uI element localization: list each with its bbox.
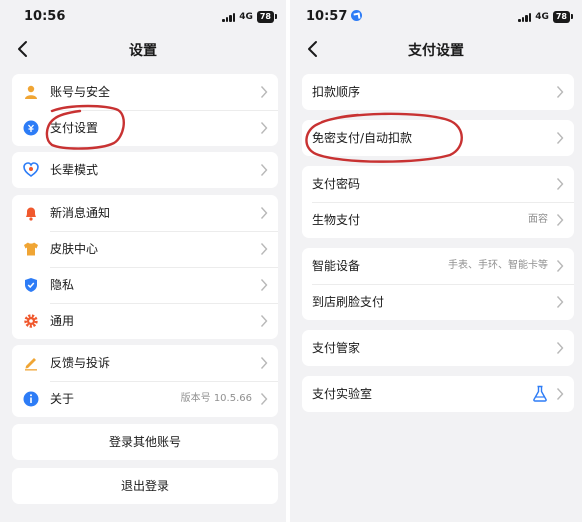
settings-item-label: 新消息通知: [50, 206, 111, 220]
settings-item-label: 长辈模式: [50, 163, 99, 177]
version-value: 版本号 10.5.66: [180, 393, 252, 404]
payment-item-label: 支付实验室: [312, 387, 373, 401]
payment-item-label: 免密支付/自动扣款: [312, 131, 413, 145]
battery-icon: 78: [552, 11, 574, 23]
payment-settings-screen: 10:57 4G 78 支付设置 扣款顺序 免密支付/自动扣款 支付密码 生物支…: [290, 0, 582, 522]
status-indicators: 4G 78: [222, 10, 278, 24]
payment-item-label: 支付密码: [312, 177, 361, 191]
settings-item-skin-center[interactable]: 皮肤中心: [12, 231, 278, 267]
status-bar: 10:56 4G 78: [0, 0, 286, 34]
chevron-right-icon: [556, 86, 564, 98]
payment-item-passwordless-autopay[interactable]: 免密支付/自动扣款: [302, 120, 574, 156]
status-time: 10:57: [306, 9, 363, 24]
shirt-icon: [24, 242, 38, 256]
settings-group-elder: 长辈模式: [12, 152, 278, 188]
network-type: 4G: [239, 12, 253, 22]
settings-item-elder-mode[interactable]: 长辈模式: [12, 152, 278, 188]
settings-group-about: 反馈与投诉 关于 版本号 10.5.66: [12, 345, 278, 417]
pencil-icon: [25, 358, 37, 371]
chevron-right-icon: [260, 243, 268, 255]
chevron-right-icon: [556, 388, 564, 400]
settings-item-about[interactable]: 关于 版本号 10.5.66: [12, 381, 278, 417]
settings-item-feedback[interactable]: 反馈与投诉: [12, 345, 278, 381]
payment-item-label: 生物支付: [312, 213, 361, 227]
payment-group-lab: 支付实验室: [302, 376, 574, 412]
payment-item-password[interactable]: 支付密码: [302, 166, 574, 202]
settings-screen: 10:56 4G 78 设置 账号与安全 支付设置 长辈模式 新消息通知 皮肤中…: [0, 0, 286, 522]
user-icon: [25, 85, 37, 99]
settings-item-label: 支付设置: [50, 121, 99, 135]
chevron-right-icon: [260, 122, 268, 134]
payment-item-label: 智能设备: [312, 259, 361, 273]
bell-icon: [26, 207, 36, 221]
nav-bar: 设置: [0, 34, 286, 64]
payment-group-manager: 支付管家: [302, 330, 574, 366]
login-other-account-button[interactable]: 登录其他账号: [12, 424, 278, 460]
signal-icon: [222, 12, 236, 22]
heart-icon: [23, 162, 39, 177]
payment-item-label: 到店刷脸支付: [312, 295, 385, 309]
chevron-right-icon: [556, 342, 564, 354]
settings-item-label: 账号与安全: [50, 85, 111, 99]
chevron-right-icon: [260, 207, 268, 219]
settings-item-label: 关于: [50, 392, 75, 406]
payment-item-label: 扣款顺序: [312, 85, 361, 99]
settings-item-notifications[interactable]: 新消息通知: [12, 195, 278, 231]
battery-icon: 78: [256, 11, 278, 23]
status-indicators: 4G 78: [518, 10, 574, 24]
settings-group-general: 新消息通知 皮肤中心 隐私 通用: [12, 195, 278, 339]
nav-bar: 支付设置: [290, 34, 582, 64]
logout-button[interactable]: 退出登录: [12, 468, 278, 504]
chevron-right-icon: [556, 178, 564, 190]
payment-item-deduction-order[interactable]: 扣款顺序: [302, 74, 574, 110]
payment-item-face-pay-instore[interactable]: 到店刷脸支付: [302, 284, 574, 320]
payment-item-manager[interactable]: 支付管家: [302, 330, 574, 366]
smart-devices-value: 手表、手环、智能卡等: [448, 260, 548, 271]
signal-icon: [518, 12, 532, 22]
settings-item-account-security[interactable]: 账号与安全: [12, 74, 278, 110]
page-title: 支付设置: [408, 43, 464, 59]
status-time: 10:56: [24, 9, 66, 24]
settings-item-label: 隐私: [50, 278, 75, 292]
chevron-right-icon: [260, 279, 268, 291]
payment-group-devices: 智能设备 手表、手环、智能卡等 到店刷脸支付: [302, 248, 574, 320]
payment-group-passwordless: 免密支付/自动扣款: [302, 120, 574, 156]
settings-item-payment[interactable]: 支付设置: [12, 110, 278, 146]
chevron-right-icon: [260, 86, 268, 98]
chevron-right-icon: [260, 315, 268, 327]
payment-group-security: 支付密码 生物支付 面容: [302, 166, 574, 238]
payment-item-smart-devices[interactable]: 智能设备 手表、手环、智能卡等: [302, 248, 574, 284]
gear-icon: [24, 314, 38, 328]
shield-icon: [25, 278, 37, 292]
page-title: 设置: [129, 43, 157, 59]
payment-item-biometric[interactable]: 生物支付 面容: [302, 202, 574, 238]
chevron-right-icon: [556, 260, 564, 272]
info-icon: [23, 391, 39, 407]
biometric-value: 面容: [528, 214, 548, 225]
chevron-right-icon: [556, 296, 564, 308]
network-type: 4G: [535, 12, 549, 22]
chevron-right-icon: [556, 132, 564, 144]
settings-item-general[interactable]: 通用: [12, 303, 278, 339]
settings-item-label: 通用: [50, 314, 75, 328]
settings-item-label: 反馈与投诉: [50, 356, 111, 370]
payment-group-order: 扣款顺序: [302, 74, 574, 110]
settings-item-label: 皮肤中心: [50, 242, 99, 256]
chevron-right-icon: [556, 214, 564, 226]
flask-icon: [533, 385, 547, 402]
location-arrow-icon: [351, 10, 363, 21]
status-bar: 10:57 4G 78: [290, 0, 582, 34]
settings-group-account: 账号与安全 支付设置: [12, 74, 278, 146]
chevron-right-icon: [260, 164, 268, 176]
payment-item-lab[interactable]: 支付实验室: [302, 376, 574, 412]
payment-item-label: 支付管家: [312, 341, 361, 355]
payment-icon: [23, 120, 39, 136]
chevron-right-icon: [260, 393, 268, 405]
settings-item-privacy[interactable]: 隐私: [12, 267, 278, 303]
chevron-right-icon: [260, 357, 268, 369]
